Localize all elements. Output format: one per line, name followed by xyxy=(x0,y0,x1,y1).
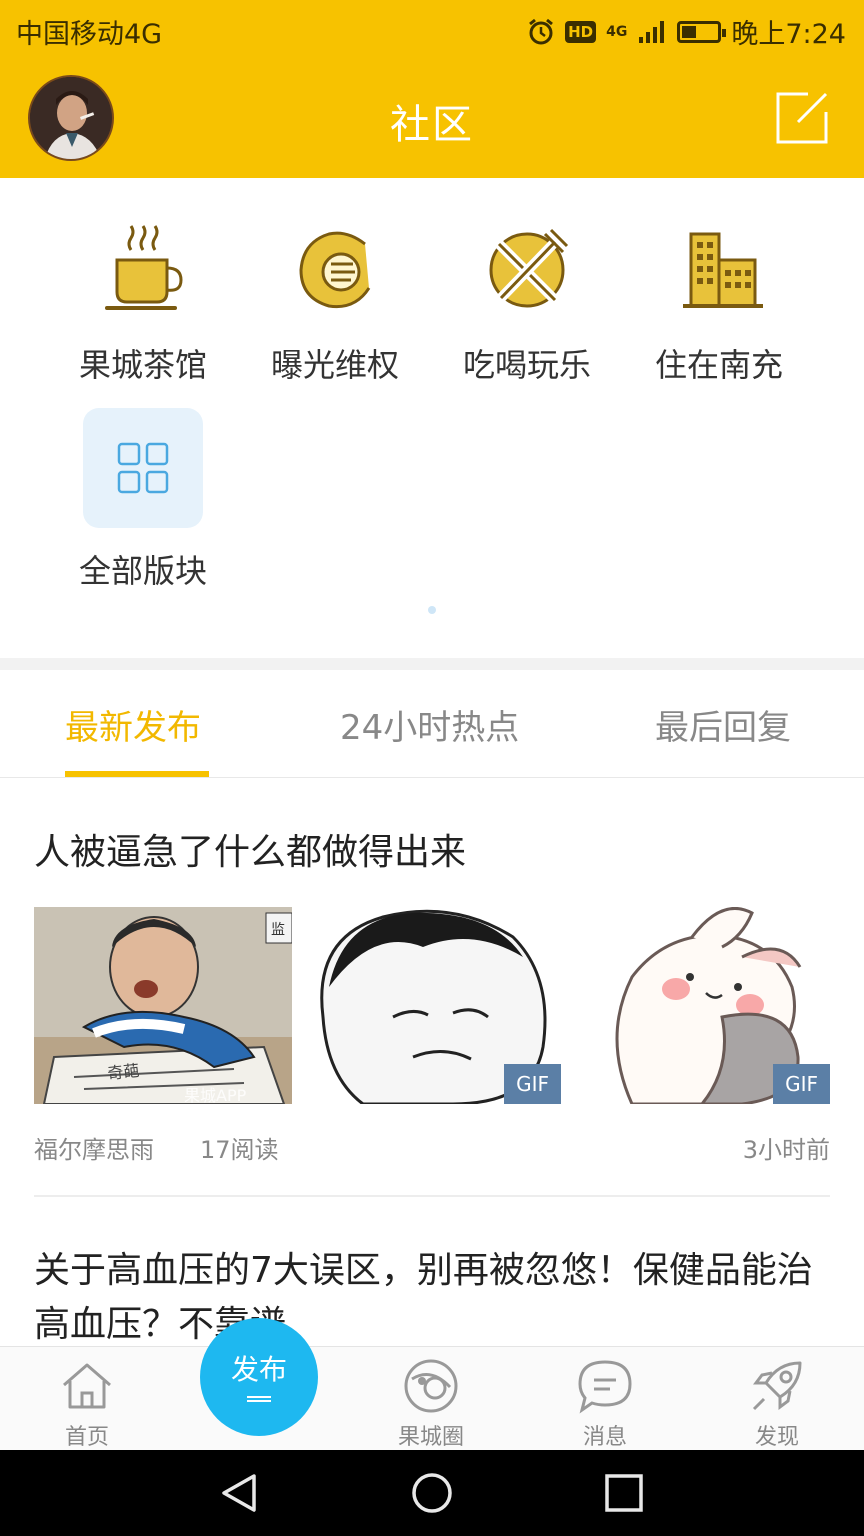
nav-messages-label: 消息 xyxy=(582,1425,627,1450)
hd-badge: HD xyxy=(565,20,597,43)
page-indicator-dot xyxy=(428,606,436,614)
signal-icon xyxy=(639,20,665,43)
meme-student-image: 监 奇葩 果城APP xyxy=(34,907,292,1104)
post-time: 3小时前 xyxy=(742,1136,830,1164)
bottom-nav: 首页 果城圈 消息 发现 xyxy=(0,1346,864,1450)
recents-icon[interactable] xyxy=(601,1470,647,1516)
planet-icon xyxy=(404,1359,458,1413)
nav-discover[interactable]: 发现 xyxy=(717,1357,837,1451)
compose-icon[interactable] xyxy=(774,90,830,146)
post-image-1[interactable]: 监 奇葩 果城APP xyxy=(34,907,292,1104)
tab-last-reply[interactable]: 最后回复 xyxy=(655,700,791,749)
alarm-icon xyxy=(529,18,554,44)
post-image-2[interactable]: GIF xyxy=(303,907,561,1104)
post-read-count: 17阅读 xyxy=(200,1136,279,1164)
section-divider xyxy=(0,658,864,670)
chat-bubble-icon xyxy=(578,1360,632,1414)
carrier-label: 中国移动4G xyxy=(16,19,163,50)
tab-24h-hot[interactable]: 24小时热点 xyxy=(340,700,519,749)
category-live-nanchong[interactable]: 住在南充 xyxy=(624,220,814,386)
post-title-2[interactable]: 关于高血压的7大误区，别再被忽悠！保健品能治高血压？不靠谱 xyxy=(34,1244,834,1346)
rocket-icon xyxy=(752,1361,802,1411)
publish-lines-icon xyxy=(247,1396,271,1402)
category-label: 果城茶馆 xyxy=(78,346,207,384)
category-food-fun[interactable]: 吃喝玩乐 xyxy=(432,220,622,386)
building-icon xyxy=(683,232,763,308)
back-icon[interactable] xyxy=(216,1470,262,1516)
post-divider xyxy=(34,1195,830,1197)
category-label: 全部版块 xyxy=(78,552,207,590)
category-label: 曝光维权 xyxy=(270,346,399,384)
all-boards-tile xyxy=(83,408,203,528)
nav-circle[interactable]: 果城圈 xyxy=(371,1357,491,1451)
category-tea-house[interactable]: 果城茶馆 xyxy=(48,220,238,386)
post-title[interactable]: 人被逼急了什么都做得出来 xyxy=(34,826,834,880)
nav-circle-label: 果城圈 xyxy=(397,1425,464,1450)
gif-badge: GIF xyxy=(773,1064,830,1104)
tea-cup-icon xyxy=(105,225,183,310)
thumb-paper-text: 奇葩 xyxy=(106,1061,140,1083)
grid-icon xyxy=(117,442,169,494)
category-label: 住在南充 xyxy=(654,346,783,384)
page-title: 社区 xyxy=(390,102,474,148)
app-header: 社区 xyxy=(0,60,864,178)
fork-spoon-icon xyxy=(489,228,569,308)
category-grid: 果城茶馆 曝光维权 吃喝玩乐 住在南充 全部版块 xyxy=(0,178,864,658)
gif-badge: GIF xyxy=(504,1064,561,1104)
thumb-sign-text: 监 xyxy=(271,922,285,938)
home-circle-icon[interactable] xyxy=(409,1470,455,1516)
category-exposure-rights[interactable]: 曝光维权 xyxy=(240,220,430,386)
post-image-3[interactable]: GIF xyxy=(572,907,830,1104)
status-icons: HD 4G 晚上7:24 xyxy=(527,12,846,51)
publish-button-label: 发布 xyxy=(230,1353,287,1386)
nav-home-label: 首页 xyxy=(64,1425,109,1450)
nav-home[interactable]: 首页 xyxy=(27,1357,147,1451)
system-nav-bar xyxy=(0,1450,864,1536)
category-all-boards[interactable]: 全部版块 xyxy=(48,408,238,592)
battery-icon xyxy=(677,20,727,43)
thumb-watermark-text: 果城APP xyxy=(184,1086,247,1104)
publish-button[interactable]: 发布 xyxy=(200,1318,318,1436)
feed-tabs: 最新发布 24小时热点 最后回复 xyxy=(0,670,864,778)
clock: 晚上7:24 xyxy=(731,19,846,50)
home-icon xyxy=(63,1363,111,1409)
nav-messages[interactable]: 消息 xyxy=(545,1357,665,1451)
category-label: 吃喝玩乐 xyxy=(462,346,591,384)
active-tab-indicator xyxy=(65,771,209,777)
post-author[interactable]: 福尔摩思雨 xyxy=(34,1130,154,1165)
status-bar: 中国移动4G HD 4G 晚上7:24 xyxy=(0,0,864,60)
fist-icon xyxy=(299,231,371,309)
network-4g-label: 4G xyxy=(606,23,628,40)
tab-latest[interactable]: 最新发布 xyxy=(65,700,201,749)
nav-discover-label: 发现 xyxy=(754,1425,799,1450)
